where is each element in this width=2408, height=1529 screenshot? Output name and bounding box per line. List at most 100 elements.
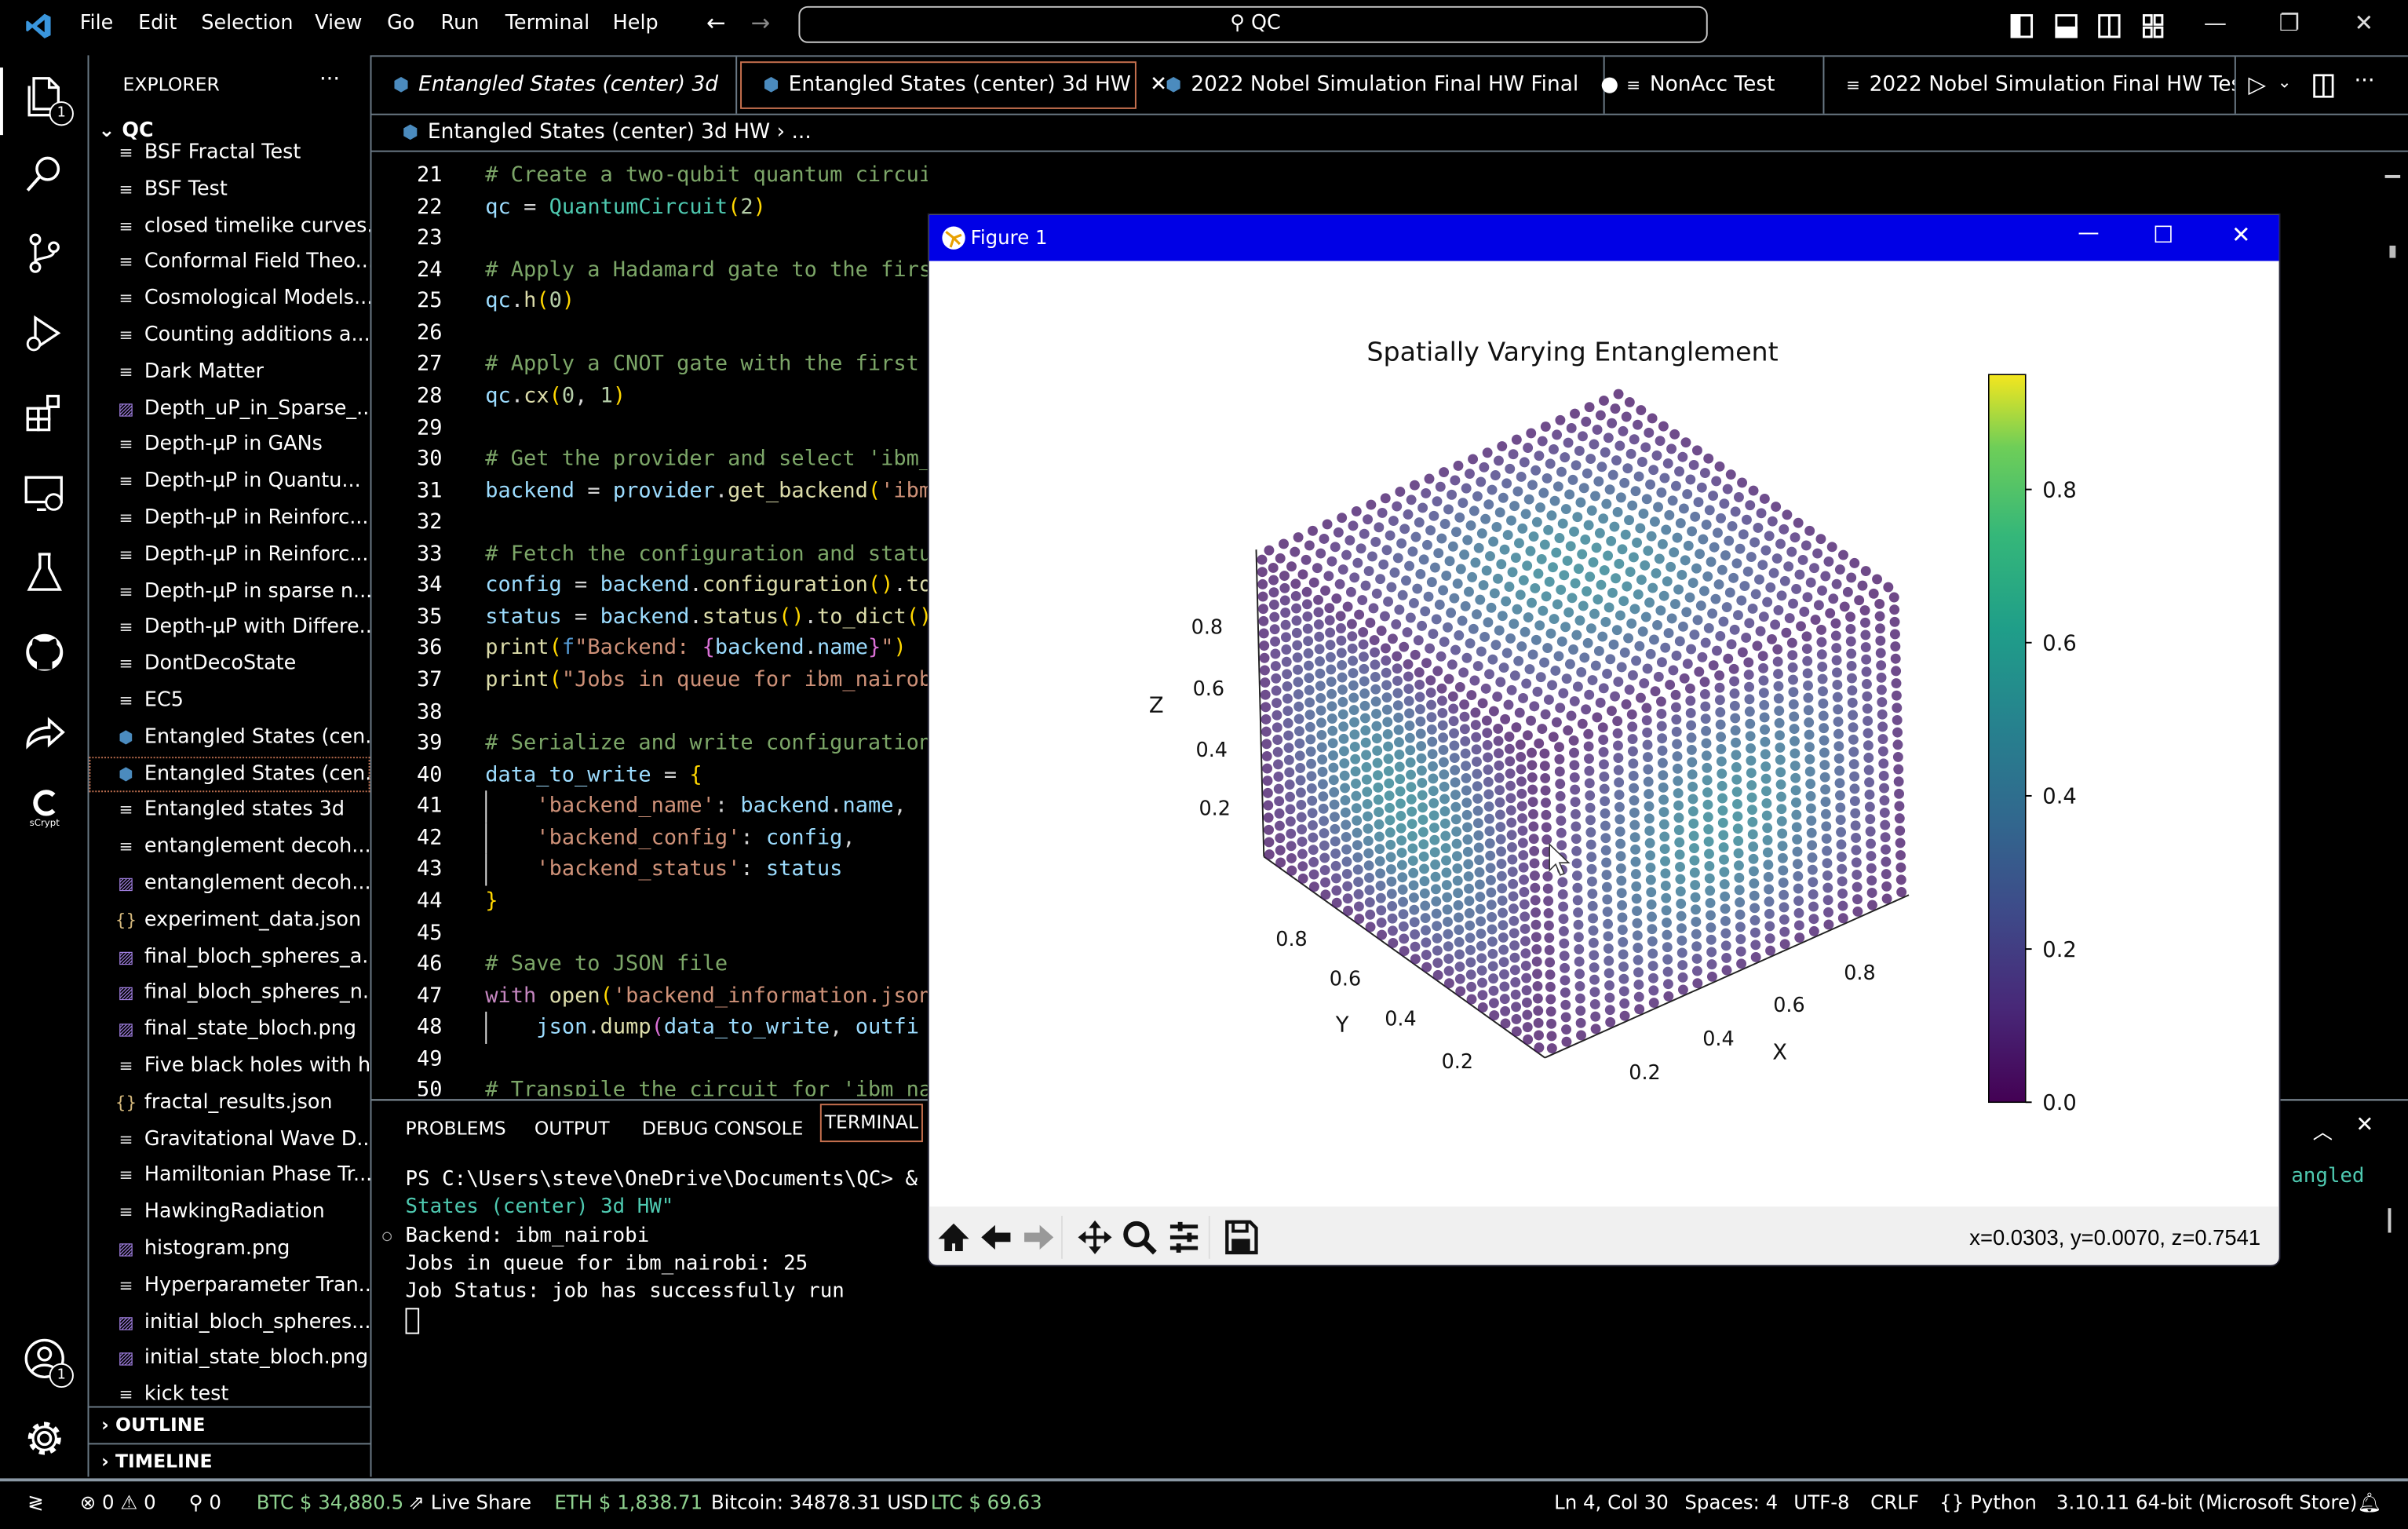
figure-maximize-button[interactable]: ☐ [2153,221,2173,249]
command-decoration-icon[interactable]: ○ [382,1223,392,1251]
tab-debug-console[interactable]: DEBUG CONSOLE [642,1118,804,1139]
breadcrumb-file[interactable]: Entangled States (center) 3d HW [428,120,770,144]
file-item[interactable]: ≡ Depth-μP in sparse n... [89,574,370,611]
menu-selection[interactable]: Selection [201,13,293,35]
file-item[interactable]: ▨ initial_bloch_spheres.... [89,1304,370,1341]
code-editor[interactable]: 21 # Create a two-qubit quantum circuit 22… [371,159,928,1096]
menu-file[interactable]: File [80,13,114,35]
pan-move-icon[interactable] [1077,1219,1114,1256]
menu-run[interactable]: Run [441,13,480,35]
file-item[interactable]: {} experiment_data.json [89,902,370,939]
file-item[interactable]: ⬢ Entangled States (cen... [89,756,370,793]
more-actions-icon[interactable]: ··· [2354,69,2374,93]
settings-gear-icon[interactable] [21,1415,67,1461]
notifications-bell-icon[interactable]: 🔔︎ [2357,1491,2381,1515]
search-icon[interactable] [21,151,67,197]
language-mode[interactable]: {} Python [1939,1491,2037,1513]
eth-price[interactable]: ETH $ 1,838.71 [554,1491,702,1513]
maximize-panel-icon[interactable]: ︿ [2313,1116,2333,1145]
btc-price[interactable]: BTC $ 34,880.5 [257,1491,403,1513]
zoom-magnifier-icon[interactable] [1121,1219,1158,1256]
command-center-search[interactable]: ⚲ QC [798,5,1708,43]
encoding[interactable]: UTF-8 [1793,1491,1849,1513]
figure-minimize-button[interactable]: — [2078,221,2099,246]
file-item[interactable]: ▨ initial_state_bloch.png [89,1341,370,1378]
line-endings[interactable]: CRLF [1870,1491,1919,1513]
run-python-icon[interactable]: ▷ [2248,71,2266,98]
file-item[interactable]: ≡ Hamiltonian Phase Tr... [89,1158,370,1195]
save-floppy-icon[interactable] [1222,1219,1259,1256]
file-item[interactable]: ≡ Dark Matter [89,354,370,391]
file-item[interactable]: ▨ Depth_uP_in_Sparse_... [89,391,370,428]
file-item[interactable]: ≡ EC5 [89,683,370,720]
tab-problems[interactable]: PROBLEMS [406,1118,506,1139]
menu-go[interactable]: Go [387,13,414,35]
close-window-button[interactable]: ✕ [2354,9,2373,37]
file-item[interactable]: ≡ Five black holes with hr [89,1049,370,1086]
back-icon[interactable] [978,1219,1015,1256]
menu-help[interactable]: Help [613,13,659,35]
customize-layout-icon[interactable] [2142,14,2153,26]
home-icon[interactable] [936,1219,972,1256]
file-item[interactable]: ≡ Conformal Field Theo... [89,245,370,282]
file-item[interactable]: ≡ Depth-μP in Reinforc... [89,501,370,538]
file-item[interactable]: ⬢ Entangled States (cen... [89,720,370,757]
file-item[interactable]: ≡ kick test [89,1378,370,1410]
tab-output[interactable]: OUTPUT [535,1118,610,1139]
forward-arrow-icon[interactable]: → [751,9,771,37]
remote-explorer-icon[interactable] [21,469,67,516]
file-item[interactable]: ▨ final_bloch_spheres_a... [89,939,370,976]
file-item[interactable]: ≡ Counting additions a... [89,318,370,355]
forward-icon[interactable] [1020,1219,1056,1256]
remote-indicator-icon[interactable]: ≷ [27,1491,44,1513]
scrypt-icon[interactable]: sCrypt [21,789,67,835]
file-item[interactable]: ▨ histogram.png [89,1231,370,1268]
file-item[interactable]: ▨ final_bloch_spheres_n... [89,976,370,1013]
tab-terminal[interactable]: TERMINAL [819,1104,923,1143]
file-item[interactable]: ≡ HawkingRadiation [89,1195,370,1232]
file-item[interactable]: ▨ entanglement decoh... [89,866,370,903]
tab-entangled-states-center-3d-hw[interactable]: ⬢ Entangled States (center) 3d HW ✕ [740,61,1167,109]
file-item[interactable]: ≡ Depth-μP with Differe... [89,610,370,647]
tab-nonacc-test[interactable]: ≡ NonAcc Test [1605,57,1825,114]
figure-title-bar[interactable]: Figure 1 — ☐ ✕ [929,214,2279,261]
tab-2022-nobel-simulation-final-hw-test[interactable]: ≡ 2022 Nobel Simulation Final HW Test [1824,57,2236,114]
python-interpreter[interactable]: 3.10.11 64-bit (Microsoft Store) [2056,1491,2358,1513]
explorer-icon[interactable]: 1 [21,74,74,126]
close-panel-icon[interactable]: ✕ [2355,1113,2373,1137]
indentation[interactable]: Spaces: 4 [1684,1491,1778,1513]
file-item[interactable]: ≡ Depth-μP in Reinforc... [89,537,370,574]
ltc-price[interactable]: LTC $ 69.63 [931,1491,1042,1513]
split-editor-icon[interactable] [2313,74,2334,98]
file-item[interactable]: ▨ final_state_bloch.png [89,1012,370,1049]
timeline-section[interactable]: › TIMELINE [89,1443,370,1478]
terminal-output[interactable]: PS C:\Users\steve\OneDrive\Documents\QC>… [382,1166,918,1335]
file-item[interactable]: ≡ Depth-μP in GANs [89,427,370,464]
bitcoin-usd[interactable]: Bitcoin: 34878.31 USD [711,1491,929,1513]
run-dropdown-chevron-icon[interactable]: ⌄ [2278,72,2292,92]
run-debug-icon[interactable] [21,310,67,356]
file-item[interactable]: ≡ Depth-μP in Quantu... [89,464,370,501]
file-item[interactable]: ≡ Hyperparameter Tran... [89,1268,370,1305]
testing-flask-icon[interactable] [21,549,67,596]
tab-entangled-states-center-3d[interactable]: ⬢ Entangled States (center) 3d [371,57,738,114]
file-item[interactable]: ≡ Entangled states 3d [89,793,370,830]
source-control-icon[interactable] [21,230,67,276]
live-share-icon[interactable] [21,710,67,756]
accounts-icon[interactable]: 1 [21,1336,74,1389]
cursor-position[interactable]: Ln 4, Col 30 [1554,1491,1669,1513]
more-actions-button[interactable]: ··· [319,68,340,92]
tab-2022-nobel-simulation-final-hw-final[interactable]: ⬢ 2022 Nobel Simulation Final HW Final ● [1144,57,1618,114]
file-item[interactable]: ≡ DontDecoState [89,647,370,684]
file-item[interactable]: ≡ Cosmological Models... [89,281,370,318]
minimize-button[interactable]: — [2204,9,2227,37]
file-item[interactable]: {} fractal_results.json [89,1085,370,1122]
github-icon[interactable] [21,629,67,676]
file-item[interactable]: ≡ entanglement decoh... [89,829,370,866]
figure-close-button[interactable]: ✕ [2231,221,2251,249]
extensions-icon[interactable] [21,390,67,436]
restore-button[interactable]: ❐ [2279,9,2300,37]
ports-indicator[interactable]: ⚲ 0 [189,1491,221,1513]
back-arrow-icon[interactable]: ← [706,9,726,37]
live-share-button[interactable]: ⇗ Live Share [408,1491,531,1513]
